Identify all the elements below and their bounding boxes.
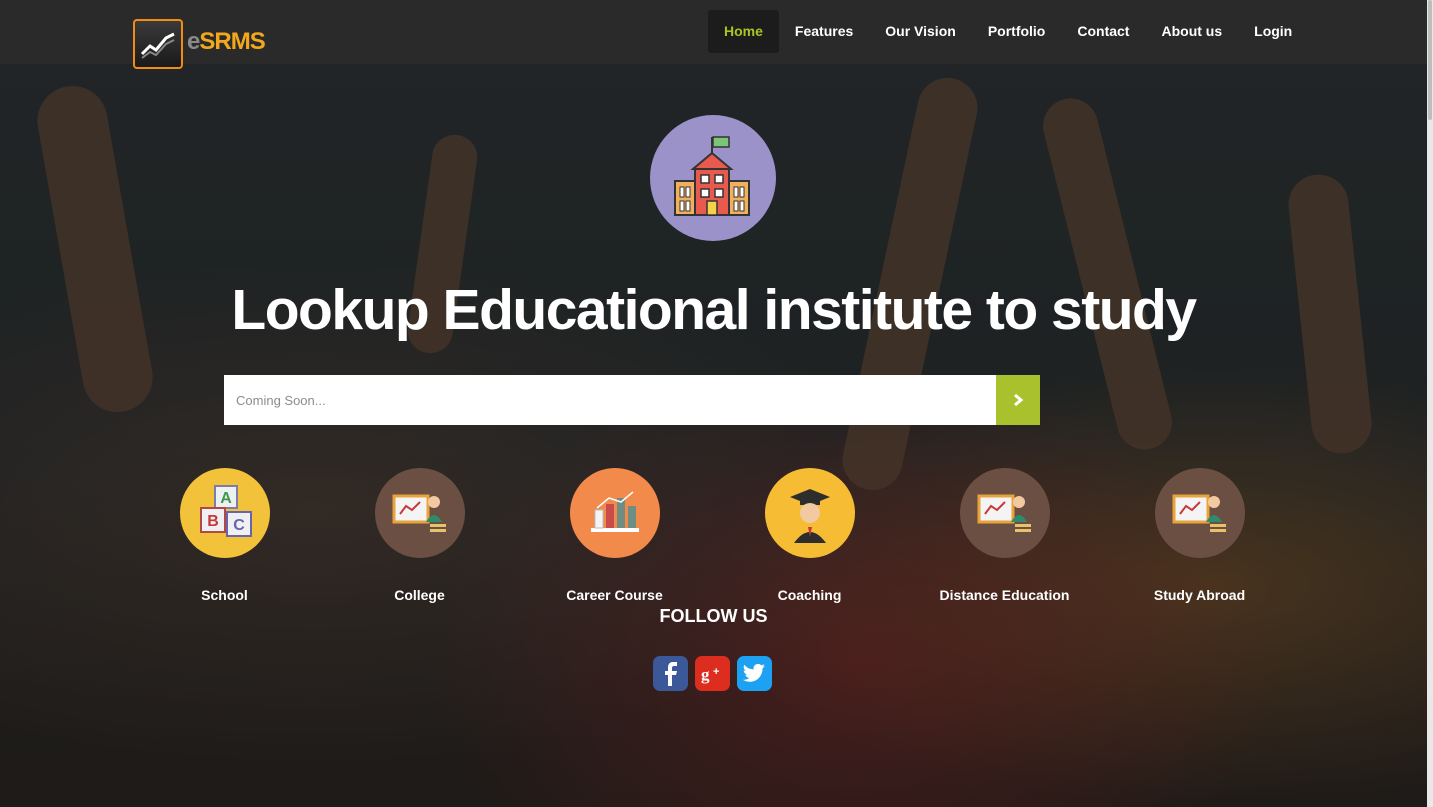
follow-us-heading: FOLLOW US <box>659 606 768 626</box>
category-coaching[interactable]: Coaching <box>712 468 907 603</box>
top-navbar: eSRMS Home Features Our Vision Portfolio… <box>0 0 1427 69</box>
brand-logo[interactable]: eSRMS <box>133 19 266 69</box>
teacher-board-icon <box>1154 468 1245 558</box>
category-label: Study Abroad <box>1153 587 1246 603</box>
search-input[interactable] <box>224 375 996 425</box>
institute-search <box>224 375 1040 425</box>
svg-text:A: A <box>220 490 232 507</box>
category-label: School <box>201 587 248 603</box>
category-study-abroad[interactable]: Study Abroad <box>1102 468 1297 603</box>
search-submit-button[interactable] <box>996 375 1040 425</box>
teacher-board-icon <box>959 468 1050 558</box>
svg-text:+: + <box>713 666 719 678</box>
brand-name: eSRMS <box>187 28 266 55</box>
category-distance-education[interactable]: Distance Education <box>907 468 1102 603</box>
bar-chart-icon <box>569 468 660 558</box>
scrollbar-thumb[interactable] <box>1428 0 1432 120</box>
nav-about-us[interactable]: About us <box>1145 10 1238 53</box>
category-career-course[interactable]: Career Course <box>517 468 712 603</box>
hero-title: Lookup Educational institute to study <box>231 278 1197 342</box>
svg-text:C: C <box>233 517 245 534</box>
category-label: Career Course <box>566 587 663 603</box>
social-links: g + <box>653 656 772 691</box>
twitter-icon[interactable] <box>737 656 772 691</box>
category-label: Coaching <box>777 587 842 603</box>
nav-our-vision[interactable]: Our Vision <box>869 10 972 53</box>
teacher-board-icon <box>374 468 465 558</box>
nav-portfolio[interactable]: Portfolio <box>972 10 1062 53</box>
page-scrollbar[interactable] <box>1427 0 1433 807</box>
abc-blocks-icon: A B C <box>179 468 270 558</box>
main-nav: Home Features Our Vision Portfolio Conta… <box>708 10 1308 53</box>
category-label: Distance Education <box>939 587 1070 603</box>
category-label: College <box>394 587 445 603</box>
graduate-icon <box>764 468 855 558</box>
nav-contact[interactable]: Contact <box>1061 10 1145 53</box>
school-building-icon <box>650 115 776 241</box>
svg-text:B: B <box>207 513 219 530</box>
nav-features[interactable]: Features <box>779 10 869 53</box>
category-college[interactable]: College <box>322 468 517 603</box>
chevron-right-icon <box>1014 393 1024 407</box>
category-school[interactable]: A B C School <box>127 468 322 603</box>
category-list: A B C School College Career Course Coach… <box>127 468 1297 603</box>
chart-trend-icon <box>133 19 183 69</box>
nav-home[interactable]: Home <box>708 10 779 53</box>
google-plus-icon[interactable]: g + <box>695 656 730 691</box>
svg-text:g: g <box>701 665 710 684</box>
facebook-icon[interactable] <box>653 656 688 691</box>
nav-login[interactable]: Login <box>1238 10 1308 53</box>
